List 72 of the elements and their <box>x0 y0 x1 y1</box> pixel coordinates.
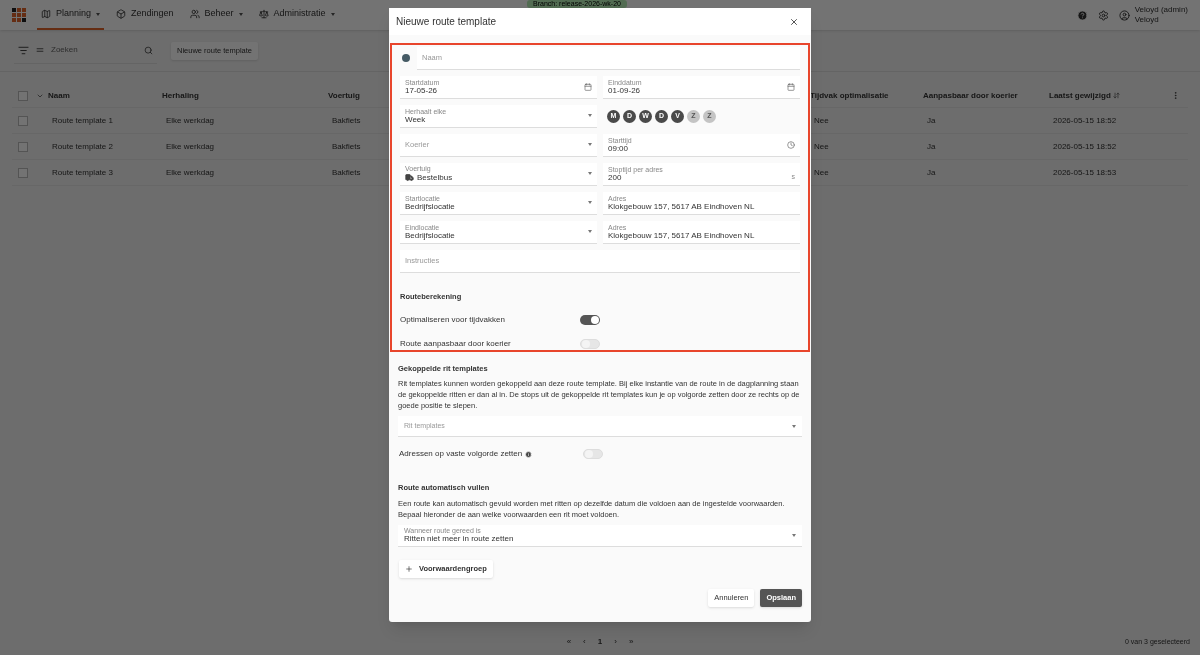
column-header[interactable]: Tijdvak optimalisatie <box>810 89 923 102</box>
column-menu-icon[interactable] <box>1171 91 1180 100</box>
row-checkbox[interactable] <box>18 167 28 178</box>
dropdown-caret-icon <box>588 172 592 176</box>
table-cell: Route template 2 <box>52 141 113 151</box>
search-icon[interactable] <box>144 45 153 55</box>
equals-icon[interactable] <box>35 45 45 55</box>
table-cell: Bakfiets <box>332 167 361 177</box>
toggle-label: Optimaliseren voor tijdvakken <box>400 314 506 326</box>
map-icon <box>41 9 51 19</box>
row-checkbox[interactable] <box>18 115 28 126</box>
dropdown-caret-icon <box>588 230 592 234</box>
table-cell: Bakfiets <box>332 115 361 125</box>
calendar-icon <box>584 82 592 91</box>
table-cell: Nee <box>814 141 829 151</box>
table-cell: Route template 3 <box>52 167 113 177</box>
scale-icon <box>258 9 269 19</box>
table-cell: Elke werkdag <box>166 115 215 125</box>
user-organisation: Veloyd <box>1134 15 1160 25</box>
table-cell: Ja <box>927 141 936 151</box>
first-page-link[interactable]: « <box>566 636 572 648</box>
table-cell: Elke werkdag <box>166 141 215 151</box>
toggle-label: Adressen op vaste volgorde zetten <box>399 448 523 461</box>
table-cell: Bakfiets <box>332 141 361 151</box>
nav-tab[interactable]: Planning <box>37 0 105 30</box>
nav-tab[interactable]: Beheer <box>185 0 247 30</box>
toggle-label: Route aanpasbaar door koerier <box>400 338 512 350</box>
clock-icon <box>787 140 795 149</box>
dropdown-caret-icon <box>588 201 592 205</box>
table-cell: Ja <box>927 167 936 177</box>
last-page-link[interactable]: » <box>628 636 634 648</box>
column-header[interactable]: Herhaling <box>162 89 328 102</box>
filter-icon[interactable] <box>18 44 29 56</box>
table-cell: 2026-05-15 18:52 <box>1053 115 1117 125</box>
select-all-checkbox[interactable] <box>18 90 28 101</box>
row-checkbox[interactable] <box>18 141 28 152</box>
dropdown-caret-icon <box>588 114 592 118</box>
column-header[interactable]: Naam <box>48 89 162 102</box>
table-cell: Ja <box>927 115 936 125</box>
column-header[interactable]: Aanpasbaar door koerier <box>923 89 1049 102</box>
toggle-switch[interactable] <box>580 339 600 349</box>
table-cell: Nee <box>814 167 829 177</box>
dialog-title: Nieuwe route template <box>396 15 498 29</box>
table-cell: Nee <box>814 115 829 125</box>
table-cell: Route template 1 <box>52 115 113 125</box>
table-cell: 2026-05-15 18:53 <box>1053 167 1117 177</box>
calendar-icon <box>787 82 795 91</box>
dropdown-caret-icon <box>588 143 592 147</box>
truck-icon <box>405 173 414 183</box>
help-icon[interactable] <box>1076 9 1088 21</box>
plus-icon <box>405 564 413 573</box>
account-icon[interactable] <box>1118 9 1130 21</box>
toggle-switch[interactable] <box>583 449 604 460</box>
table-cell: 2026-05-15 18:52 <box>1053 141 1117 151</box>
sort-icon[interactable] <box>1112 92 1120 99</box>
nav-tab[interactable]: Zendingen <box>112 0 178 30</box>
settings-icon[interactable] <box>1097 9 1109 21</box>
toggle-switch[interactable] <box>580 315 600 325</box>
close-icon[interactable] <box>789 16 799 27</box>
info-icon[interactable] <box>525 450 533 458</box>
box-icon <box>116 9 127 19</box>
dropdown-caret-icon <box>792 424 796 428</box>
table-cell: Elke werkdag <box>166 167 215 177</box>
page-number[interactable]: 1 <box>597 636 603 648</box>
user-name: Veloyd (admin) <box>1134 5 1188 15</box>
column-header[interactable]: Laatst gewijzigd <box>1049 89 1169 102</box>
dropdown-caret-icon <box>792 533 796 537</box>
app-logo <box>12 7 27 23</box>
next-page-link[interactable]: › <box>614 636 617 648</box>
people-icon <box>189 9 200 19</box>
previous-page-link[interactable]: ‹ <box>583 636 586 648</box>
nav-tab[interactable]: Administratie <box>254 0 339 30</box>
